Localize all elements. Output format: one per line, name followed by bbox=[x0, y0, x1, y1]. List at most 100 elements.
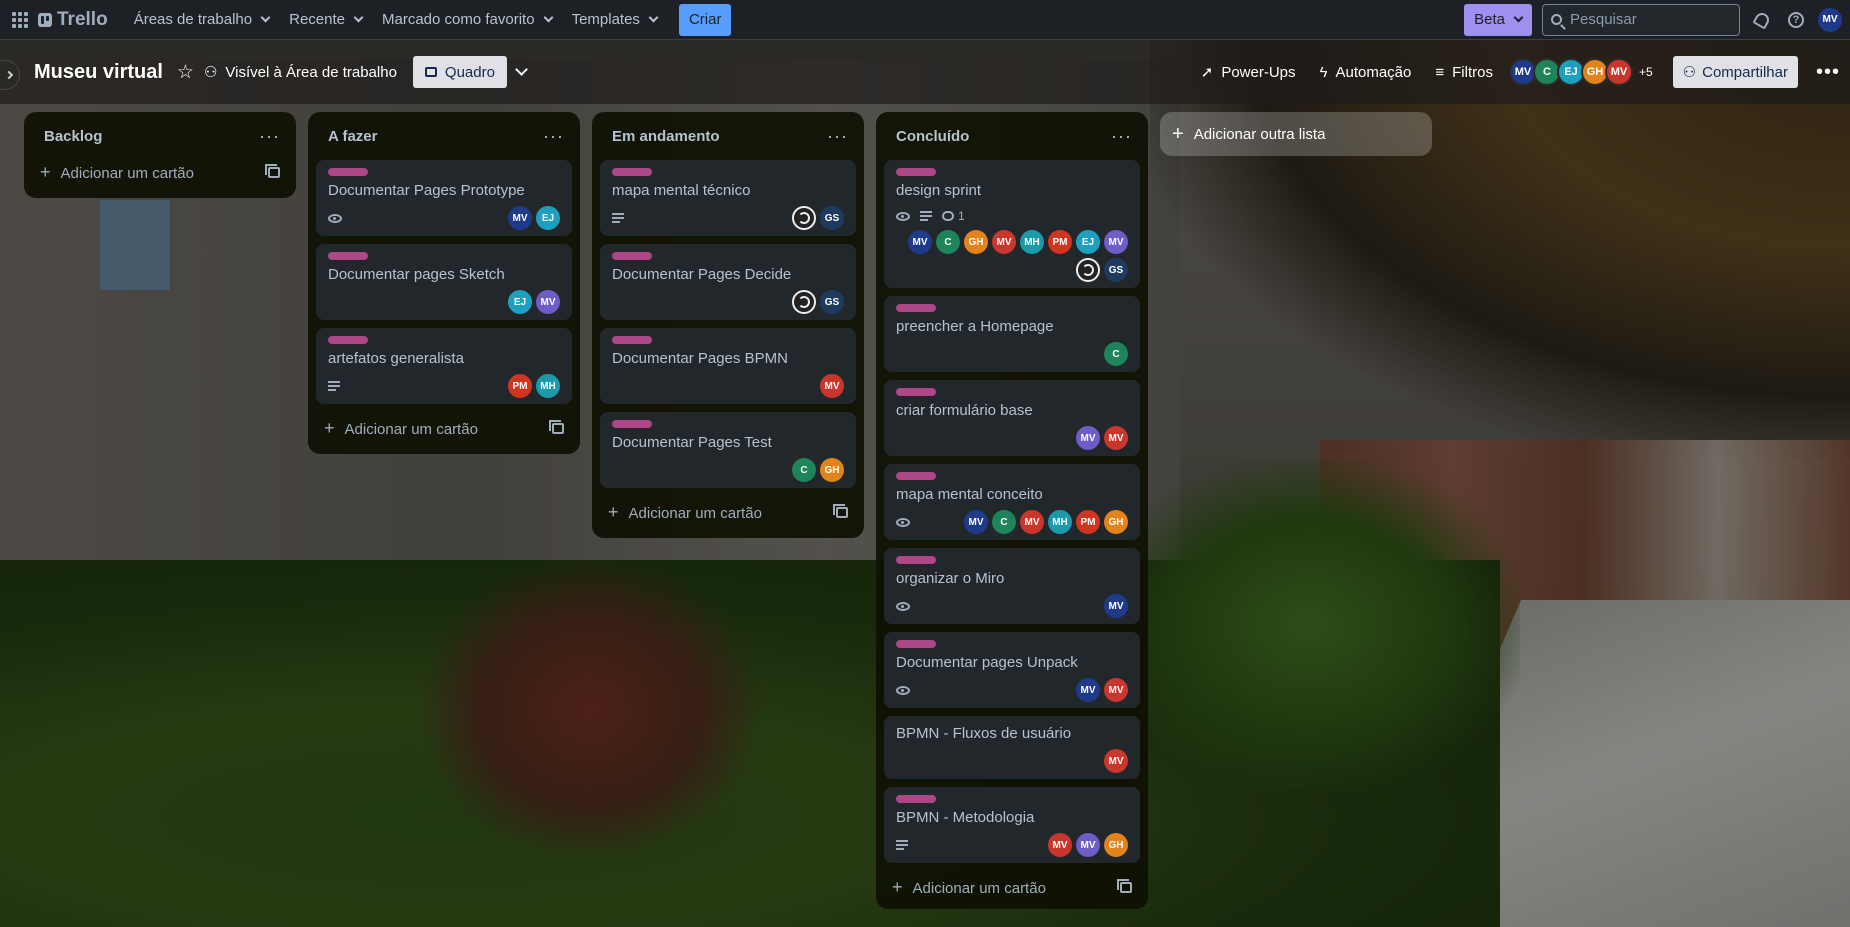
avatar[interactable]: GH bbox=[1104, 510, 1128, 534]
card[interactable]: mapa mental conceito MV C MV MH PM GH bbox=[884, 464, 1140, 540]
avatar[interactable]: MV bbox=[1104, 749, 1128, 773]
avatar[interactable]: GS bbox=[820, 290, 844, 314]
avatar[interactable]: GH bbox=[1104, 833, 1128, 857]
card[interactable]: Documentar Pages Test C GH bbox=[600, 412, 856, 488]
add-card-button[interactable]: + Adicionar um cartão bbox=[600, 494, 856, 530]
list-menu-icon[interactable]: ··· bbox=[259, 126, 280, 147]
menu-workspaces[interactable]: Áreas de trabalho bbox=[124, 4, 279, 36]
avatar[interactable]: GH bbox=[820, 458, 844, 482]
avatar[interactable]: MV bbox=[1020, 510, 1044, 534]
avatar[interactable]: PM bbox=[1048, 230, 1072, 254]
card[interactable]: artefatos generalista PM MH bbox=[316, 328, 572, 404]
avatar[interactable]: MV bbox=[1076, 426, 1100, 450]
list-title[interactable]: Em andamento bbox=[612, 128, 720, 145]
star-icon[interactable]: ☆ bbox=[177, 61, 194, 84]
list-title[interactable]: Concluído bbox=[896, 128, 969, 145]
avatar[interactable]: MH bbox=[1048, 510, 1072, 534]
avatar[interactable] bbox=[1076, 258, 1100, 282]
list-concluido[interactable]: Concluído ··· design sprint 1 MV C GH MV… bbox=[876, 112, 1148, 909]
card[interactable]: BPMN - Metodologia MV MV GH bbox=[884, 787, 1140, 863]
account-avatar[interactable]: MV bbox=[1818, 7, 1842, 32]
avatar[interactable]: MV bbox=[992, 230, 1016, 254]
card[interactable]: Documentar Pages Decide GS bbox=[600, 244, 856, 320]
card-template-icon[interactable] bbox=[833, 503, 848, 518]
avatar[interactable]: MV bbox=[964, 510, 988, 534]
board-members[interactable]: MV C EJ GH MV +5 bbox=[1508, 58, 1653, 86]
list-menu-icon[interactable]: ··· bbox=[1111, 126, 1132, 147]
board-title[interactable]: Museu virtual bbox=[34, 61, 163, 84]
trello-logo[interactable]: Trello bbox=[38, 9, 108, 31]
list-em-andamento[interactable]: Em andamento ··· mapa mental técnico GS … bbox=[592, 112, 864, 538]
card[interactable]: Documentar Pages BPMN MV bbox=[600, 328, 856, 404]
list-menu-icon[interactable]: ··· bbox=[827, 126, 848, 147]
card[interactable]: criar formulário base MV MV bbox=[884, 380, 1140, 456]
avatar[interactable]: GS bbox=[820, 206, 844, 230]
avatar[interactable]: MV bbox=[536, 290, 560, 314]
avatar[interactable]: C bbox=[992, 510, 1016, 534]
notifications-button[interactable] bbox=[1750, 8, 1774, 32]
avatar[interactable]: MV bbox=[1076, 678, 1100, 702]
card[interactable]: organizar o Miro MV bbox=[884, 548, 1140, 624]
avatar[interactable] bbox=[792, 290, 816, 314]
powerups-button[interactable]: ➚ Power-Ups bbox=[1191, 56, 1306, 88]
visibility-button[interactable]: ⚇ Visível à Área de trabalho bbox=[194, 56, 407, 88]
avatar[interactable]: PM bbox=[508, 374, 532, 398]
add-card-button[interactable]: + Adicionar um cartão bbox=[32, 154, 288, 190]
avatar[interactable]: MV bbox=[820, 374, 844, 398]
card-template-icon[interactable] bbox=[265, 163, 280, 178]
card-template-icon[interactable] bbox=[1117, 878, 1132, 893]
help-button[interactable]: ? bbox=[1784, 8, 1808, 32]
card[interactable]: BPMN - Fluxos de usuário MV bbox=[884, 716, 1140, 779]
menu-starred[interactable]: Marcado como favorito bbox=[372, 4, 562, 36]
card[interactable]: design sprint 1 MV C GH MV MH PM EJ MV G… bbox=[884, 160, 1140, 288]
avatar[interactable] bbox=[792, 206, 816, 230]
list-a-fazer[interactable]: A fazer ··· Documentar Pages Prototype M… bbox=[308, 112, 580, 454]
avatar[interactable]: PM bbox=[1076, 510, 1100, 534]
add-list-button[interactable]: + Adicionar outra lista bbox=[1160, 112, 1432, 156]
avatar[interactable]: EJ bbox=[1076, 230, 1100, 254]
share-button[interactable]: ⚇ Compartilhar bbox=[1672, 56, 1798, 88]
menu-recent[interactable]: Recente bbox=[279, 4, 372, 36]
search-input[interactable]: Pesquisar bbox=[1542, 3, 1740, 36]
avatar[interactable]: MV bbox=[1604, 58, 1633, 86]
filters-button[interactable]: ≡ Filtros bbox=[1425, 56, 1503, 88]
list-backlog[interactable]: Backlog ··· + Adicionar um cartão bbox=[24, 112, 296, 198]
card[interactable]: Documentar pages Unpack MV MV bbox=[884, 632, 1140, 708]
card[interactable]: Documentar Pages Prototype MV EJ bbox=[316, 160, 572, 236]
avatar[interactable]: C bbox=[792, 458, 816, 482]
automation-button[interactable]: ϟ Automação bbox=[1310, 56, 1422, 88]
card[interactable]: preencher a Homepage C bbox=[884, 296, 1140, 372]
add-card-button[interactable]: + Adicionar um cartão bbox=[316, 410, 572, 446]
card[interactable]: mapa mental técnico GS bbox=[600, 160, 856, 236]
avatar[interactable]: MV bbox=[1048, 833, 1072, 857]
avatar[interactable]: MV bbox=[508, 206, 532, 230]
list-menu-icon[interactable]: ··· bbox=[543, 126, 564, 147]
board-view-button[interactable]: Quadro bbox=[412, 56, 507, 88]
list-title[interactable]: Backlog bbox=[44, 128, 102, 145]
sidebar-expand-button[interactable] bbox=[0, 60, 20, 90]
avatar[interactable]: MV bbox=[908, 230, 932, 254]
avatar[interactable]: MV bbox=[1104, 426, 1128, 450]
avatar[interactable]: C bbox=[936, 230, 960, 254]
avatar[interactable]: MH bbox=[536, 374, 560, 398]
avatar[interactable]: EJ bbox=[508, 290, 532, 314]
card-template-icon[interactable] bbox=[549, 419, 564, 434]
board-menu-icon[interactable]: ••• bbox=[1816, 61, 1840, 84]
list-title[interactable]: A fazer bbox=[328, 128, 377, 145]
card[interactable]: Documentar pages Sketch EJ MV bbox=[316, 244, 572, 320]
menu-templates[interactable]: Templates bbox=[562, 4, 667, 36]
avatar[interactable]: EJ bbox=[536, 206, 560, 230]
avatar[interactable]: MH bbox=[1020, 230, 1044, 254]
avatar[interactable]: MV bbox=[1104, 594, 1128, 618]
members-more-count[interactable]: +5 bbox=[1639, 65, 1653, 79]
avatar[interactable]: MV bbox=[1076, 833, 1100, 857]
avatar[interactable]: GS bbox=[1104, 258, 1128, 282]
avatar[interactable]: MV bbox=[1104, 230, 1128, 254]
app-switcher-icon[interactable] bbox=[8, 8, 32, 32]
view-switcher-button[interactable] bbox=[507, 56, 536, 88]
avatar[interactable]: MV bbox=[1104, 678, 1128, 702]
create-button[interactable]: Criar bbox=[678, 3, 732, 36]
beta-button[interactable]: Beta bbox=[1464, 3, 1532, 36]
avatar[interactable]: C bbox=[1104, 342, 1128, 366]
avatar[interactable]: GH bbox=[964, 230, 988, 254]
